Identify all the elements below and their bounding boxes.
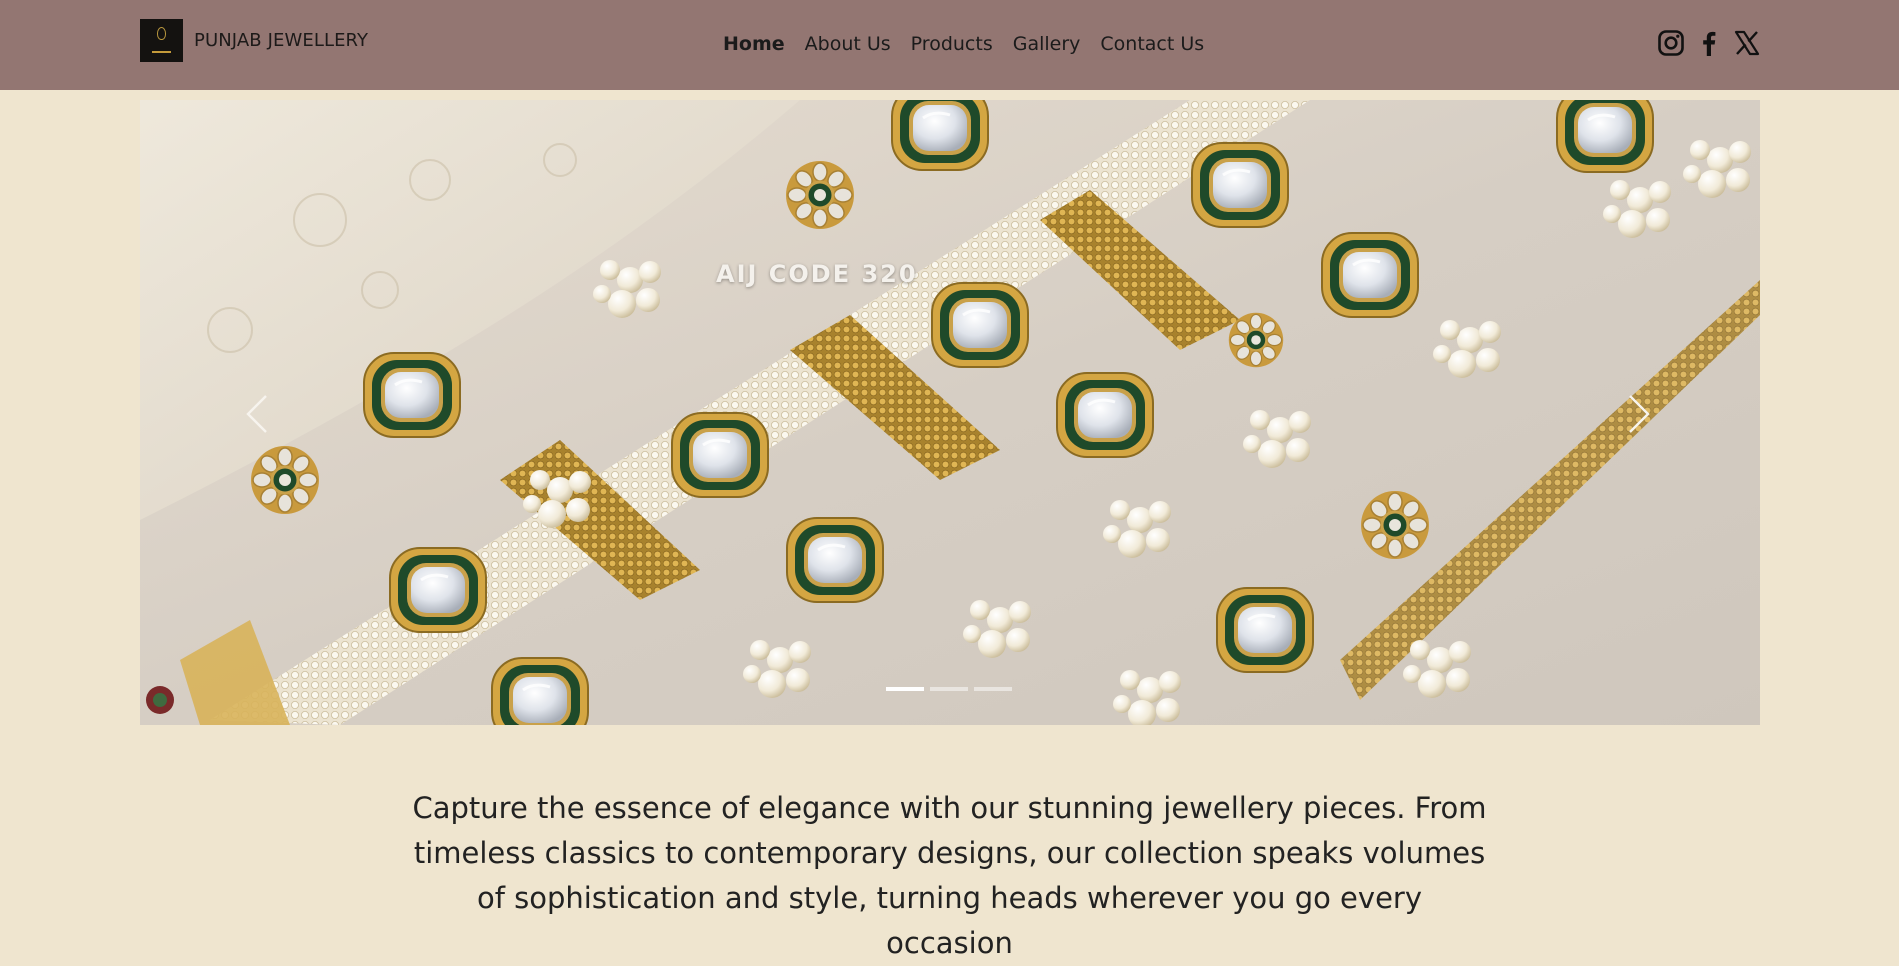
intro-text: Capture the essence of elegance with our… (412, 791, 1487, 960)
nav-gallery[interactable]: Gallery (1013, 33, 1081, 55)
carousel-indicators (886, 687, 1012, 691)
main-nav: Home About Us Products Gallery Contact U… (723, 33, 1204, 55)
slide-caption: AIJ CODE 320 (716, 260, 918, 288)
carousel-next-button[interactable] (1620, 392, 1656, 436)
hero-carousel[interactable]: AIJ CODE 320 (140, 100, 1760, 725)
carousel-indicator-3[interactable] (974, 687, 1012, 691)
chevron-right-icon (1629, 395, 1650, 433)
nav-products[interactable]: Products (911, 33, 993, 55)
x-twitter-icon[interactable] (1733, 29, 1761, 57)
carousel-prev-button[interactable] (240, 392, 276, 436)
social-links (1657, 29, 1761, 57)
brand-name: PUNJAB JEWELLERY (194, 30, 369, 51)
nav-about-us[interactable]: About Us (805, 33, 891, 55)
brand-logo (140, 19, 183, 62)
navbar: PUNJAB JEWELLERY Home About Us Products … (0, 0, 1899, 90)
carousel-indicator-1[interactable] (886, 687, 924, 691)
jewellery-slide-image (140, 100, 1760, 725)
instagram-icon[interactable] (1657, 29, 1685, 57)
chevron-left-icon (246, 395, 267, 433)
nav-home[interactable]: Home (723, 33, 785, 55)
carousel-indicator-2[interactable] (930, 687, 968, 691)
nav-contact-us[interactable]: Contact Us (1100, 33, 1204, 55)
brand-link[interactable]: PUNJAB JEWELLERY (140, 19, 368, 62)
facebook-icon[interactable] (1695, 29, 1723, 57)
